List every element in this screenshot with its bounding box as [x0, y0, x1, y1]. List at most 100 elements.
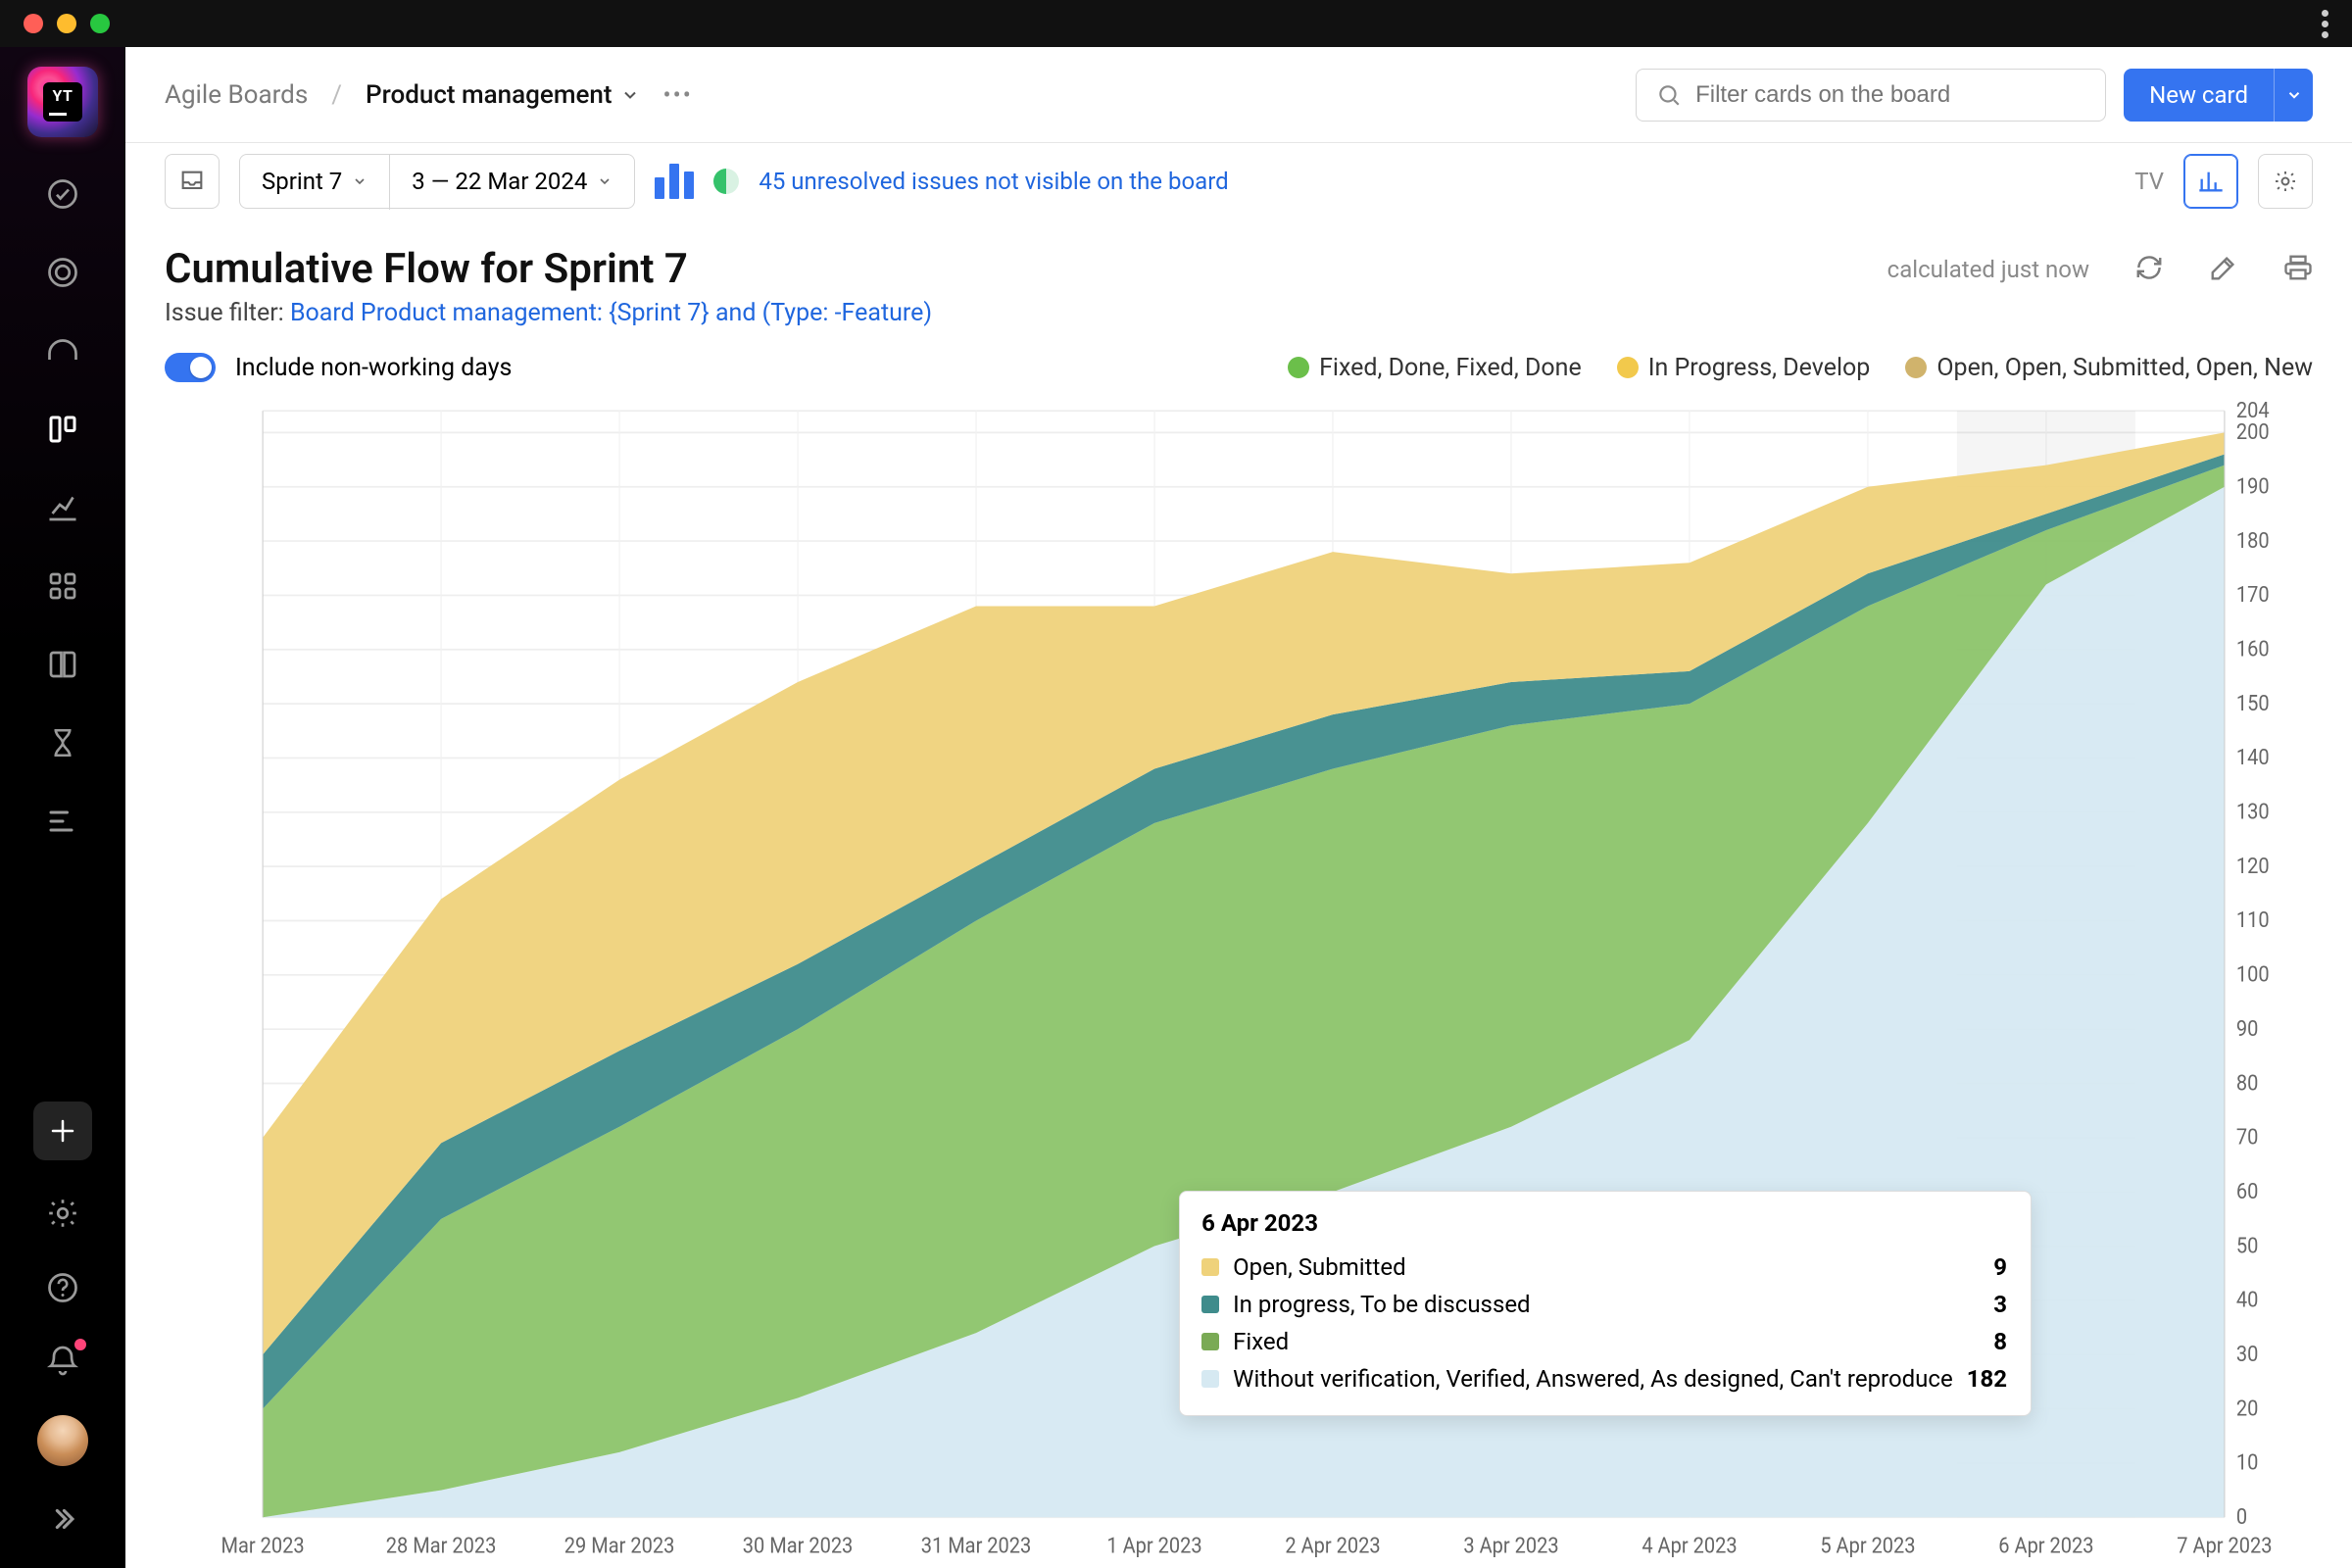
svg-text:100: 100 [2236, 962, 2270, 988]
chart-container: 0102030405060708090100110120130140150160… [125, 396, 2352, 1568]
svg-text:30: 30 [2236, 1342, 2258, 1367]
apps-icon[interactable] [41, 564, 84, 608]
svg-text:28 Mar 2023: 28 Mar 2023 [386, 1533, 497, 1558]
tooltip-row-label: Without verification, Verified, Answered… [1233, 1365, 1953, 1393]
edit-icon[interactable] [2209, 253, 2238, 286]
inbox-button[interactable] [165, 154, 220, 209]
app-logo[interactable]: YT [27, 67, 98, 137]
chart-legend: Fixed, Done, Fixed, Done In Progress, De… [1288, 354, 2313, 382]
board-search[interactable] [1636, 69, 2106, 122]
chevron-down-icon [2285, 86, 2303, 104]
notifications-icon[interactable] [41, 1341, 84, 1384]
legend-label: In Progress, Develop [1648, 354, 1871, 382]
svg-text:10: 10 [2236, 1450, 2258, 1476]
date-range-label: 3 — 22 Mar 2024 [412, 168, 587, 195]
date-range-selector[interactable]: 3 — 22 Mar 2024 [390, 155, 634, 208]
svg-text:31 Mar 2023: 31 Mar 2023 [921, 1533, 1032, 1558]
sprint-selector[interactable]: Sprint 7 [240, 155, 389, 208]
zoom-dot-icon[interactable] [90, 14, 110, 33]
roadmap-icon[interactable] [41, 800, 84, 843]
svg-text:130: 130 [2236, 799, 2270, 824]
mac-titlebar [0, 0, 2352, 47]
tooltip-title: 6 Apr 2023 [1201, 1209, 2007, 1237]
page-title: Cumulative Flow for Sprint 7 [165, 245, 688, 293]
docs-icon[interactable] [41, 643, 84, 686]
user-avatar[interactable] [37, 1415, 88, 1466]
page-header: Agile Boards / Product management ••• Ne… [125, 47, 2352, 143]
filter-prefix: Issue filter: [165, 299, 290, 327]
titlebar-kebab-icon[interactable] [2322, 10, 2328, 38]
gear-icon[interactable] [41, 1192, 84, 1235]
breadcrumb-current[interactable]: Product management [366, 80, 640, 110]
refresh-icon[interactable] [2134, 253, 2164, 286]
board-columns-icon[interactable] [655, 164, 694, 199]
svg-text:90: 90 [2236, 1016, 2258, 1042]
tooltip-row-value: 182 [1967, 1365, 2007, 1393]
board-settings-button[interactable] [2258, 154, 2313, 209]
breadcrumb-parent[interactable]: Agile Boards [165, 80, 308, 110]
new-card-dropdown[interactable] [2274, 69, 2313, 122]
svg-text:160: 160 [2236, 636, 2270, 662]
header-more-icon[interactable]: ••• [658, 81, 699, 109]
legend-item[interactable]: Open, Open, Submitted, Open, New [1905, 354, 2313, 382]
svg-text:190: 190 [2236, 473, 2270, 499]
tooltip-swatch [1201, 1370, 1219, 1388]
svg-text:150: 150 [2236, 691, 2270, 716]
issue-filter-link[interactable]: Board Product management: {Sprint 7} and… [290, 299, 932, 327]
tooltip-row-label: Fixed [1233, 1328, 1289, 1355]
svg-text:2 Apr 2023: 2 Apr 2023 [1285, 1533, 1380, 1558]
svg-text:50: 50 [2236, 1233, 2258, 1258]
print-icon[interactable] [2283, 253, 2313, 286]
left-sidebar: YT [0, 47, 125, 1568]
nonworking-days-toggle[interactable] [165, 353, 216, 382]
close-dot-icon[interactable] [24, 14, 43, 33]
ring-icon[interactable] [41, 251, 84, 294]
search-input[interactable] [1695, 81, 2085, 109]
tooltip-swatch [1201, 1296, 1219, 1313]
search-icon [1656, 82, 1682, 108]
progress-half-icon [713, 169, 739, 194]
svg-text:40: 40 [2236, 1288, 2258, 1313]
tasks-icon[interactable] [41, 172, 84, 216]
minimize-dot-icon[interactable] [57, 14, 76, 33]
tooltip-swatch [1201, 1258, 1219, 1276]
legend-swatch [1288, 357, 1309, 378]
tooltip-row-value: 8 [1993, 1328, 2007, 1355]
legend-swatch [1905, 357, 1927, 378]
tooltip-row-value: 3 [1993, 1291, 2007, 1318]
toggle-label: Include non-working days [235, 354, 512, 382]
chart-controls: Include non-working days Fixed, Done, Fi… [125, 343, 2352, 396]
svg-text:180: 180 [2236, 528, 2270, 554]
svg-text:204: 204 [2236, 400, 2270, 423]
svg-text:120: 120 [2236, 854, 2270, 879]
legend-item[interactable]: In Progress, Develop [1617, 354, 1871, 382]
add-button[interactable] [33, 1102, 92, 1160]
boards-icon[interactable] [41, 408, 84, 451]
legend-label: Fixed, Done, Fixed, Done [1319, 354, 1582, 382]
svg-text:Mar 2023: Mar 2023 [221, 1533, 305, 1558]
activity-icon[interactable] [41, 329, 84, 372]
new-card-button[interactable]: New card [2124, 69, 2274, 122]
legend-label: Open, Open, Submitted, Open, New [1936, 354, 2313, 382]
help-icon[interactable] [41, 1266, 84, 1309]
tooltip-row-value: 9 [1993, 1253, 2007, 1281]
tooltip-row: Without verification, Verified, Answered… [1201, 1360, 2007, 1397]
chart-tooltip: 6 Apr 2023 Open, Submitted9 In progress,… [1179, 1191, 2032, 1416]
main-content: Agile Boards / Product management ••• Ne… [125, 47, 2352, 1568]
tooltip-row: Fixed 8 [1201, 1323, 2007, 1360]
svg-text:4 Apr 2023: 4 Apr 2023 [1642, 1533, 1737, 1558]
tv-mode-button[interactable]: TV [2134, 168, 2164, 195]
unresolved-link[interactable]: 45 unresolved issues not visible on the … [759, 168, 1228, 195]
svg-text:80: 80 [2236, 1070, 2258, 1096]
chevron-down-icon [352, 173, 368, 189]
svg-text:140: 140 [2236, 745, 2270, 770]
title-row: Cumulative Flow for Sprint 7 calculated … [125, 220, 2352, 299]
legend-item[interactable]: Fixed, Done, Fixed, Done [1288, 354, 1582, 382]
collapse-sidebar-icon[interactable] [41, 1497, 84, 1541]
chevron-down-icon [597, 173, 612, 189]
svg-text:5 Apr 2023: 5 Apr 2023 [1820, 1533, 1915, 1558]
reports-icon[interactable] [41, 486, 84, 529]
chart-view-button[interactable] [2183, 154, 2238, 209]
hourglass-icon[interactable] [41, 721, 84, 764]
breadcrumb-sep: / [331, 80, 342, 110]
